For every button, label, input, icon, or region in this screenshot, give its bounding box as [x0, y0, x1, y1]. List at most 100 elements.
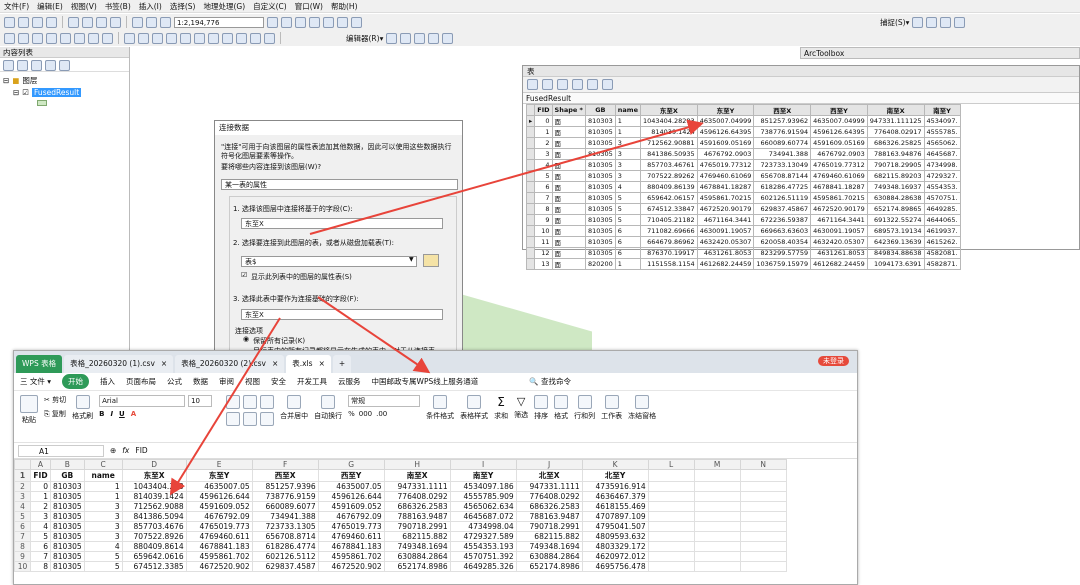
table-cell[interactable]: 12: [534, 247, 553, 259]
snap-point-icon[interactable]: [912, 16, 924, 28]
data-cell[interactable]: 4591609.052: [317, 501, 385, 512]
empty-cell[interactable]: [647, 551, 695, 562]
data-cell[interactable]: 3: [83, 531, 123, 542]
data-cell[interactable]: 734941.388: [251, 511, 319, 522]
data-cell[interactable]: 4803329.172: [581, 541, 649, 552]
align-left-icon[interactable]: [226, 412, 241, 426]
table-row[interactable]: 1 面 810305 1 814039.1424 4596126.64395 738776.…: [525, 126, 961, 138]
table-cell[interactable]: 689573.19134: [866, 225, 925, 237]
select-features-icon[interactable]: [124, 32, 135, 44]
table-cell[interactable]: 602126.51119: [753, 192, 812, 204]
table-cell[interactable]: 4570751.: [923, 192, 961, 204]
align-bottom-icon[interactable]: [260, 395, 275, 409]
table-cell[interactable]: 4630091.19057: [696, 225, 755, 237]
data-cell[interactable]: 4678841.183: [317, 541, 385, 552]
filter-icon[interactable]: ▽: [517, 395, 525, 408]
data-cell[interactable]: 660089.6077: [251, 501, 319, 512]
data-cell[interactable]: 5: [83, 551, 123, 562]
open-icon[interactable]: [18, 16, 29, 28]
table-cell[interactable]: 664679.86962: [639, 236, 698, 248]
table-cell[interactable]: 面: [551, 181, 586, 193]
column-letter-header[interactable]: H: [383, 459, 451, 470]
tab-start[interactable]: 开始: [62, 374, 90, 389]
cut-button[interactable]: ✂ 剪切: [44, 395, 66, 405]
data-cell[interactable]: 682115.882: [383, 531, 451, 542]
go-to-xy-icon[interactable]: [250, 32, 261, 44]
data-cell[interactable]: 810305: [50, 561, 85, 572]
layer-visibility-checkbox[interactable]: ☑: [22, 88, 29, 97]
table-cell[interactable]: 810305: [584, 148, 616, 160]
header-cell[interactable]: 北至Y: [581, 469, 649, 482]
table-style-icon[interactable]: [467, 395, 482, 409]
column-letter-header[interactable]: D: [121, 459, 187, 470]
data-cell[interactable]: 947331.1111: [515, 481, 583, 492]
copy-icon[interactable]: [82, 16, 93, 28]
table-cell[interactable]: 6: [614, 247, 641, 259]
data-cell[interactable]: 630884.2864: [383, 551, 451, 562]
table-cell[interactable]: 659642.06157: [639, 192, 698, 204]
row-selector[interactable]: [525, 214, 536, 226]
table-cell[interactable]: 10: [534, 225, 553, 237]
filter-label[interactable]: 筛选: [514, 410, 528, 420]
header-cell[interactable]: 东至Y: [185, 469, 253, 482]
sort-icon[interactable]: [534, 395, 549, 409]
table-cell[interactable]: 1094173.6391: [866, 258, 925, 270]
column-header[interactable]: 西至X: [753, 104, 812, 116]
data-cell[interactable]: 814039.1424: [121, 491, 187, 502]
table-cell[interactable]: 4: [534, 159, 553, 171]
font-family-select[interactable]: Arial: [99, 395, 186, 407]
menu-item[interactable]: 开发工具: [297, 376, 327, 387]
data-cell[interactable]: 4595861.702: [317, 551, 385, 562]
menu-item[interactable]: 数据: [193, 376, 208, 387]
table-cell[interactable]: 4565062.: [923, 137, 961, 149]
data-cell[interactable]: 776408.0292: [383, 491, 451, 502]
data-cell[interactable]: 4734998.04: [449, 521, 517, 532]
table-cell[interactable]: 4672520.90179: [810, 203, 868, 215]
table-cell[interactable]: 面: [551, 159, 586, 171]
layers-group-row[interactable]: ⊟ ■ 图层: [3, 75, 126, 86]
table-cell[interactable]: 810305: [584, 192, 616, 204]
data-cell[interactable]: 788163.9487: [515, 511, 583, 522]
data-cell[interactable]: 4591609.052: [185, 501, 253, 512]
decimal-icon[interactable]: .00: [376, 410, 387, 418]
search-command[interactable]: 🔍 查找命令: [529, 376, 571, 387]
table-cell[interactable]: 738776.91594: [753, 126, 812, 138]
select-elements-icon[interactable]: [152, 32, 163, 44]
table-cell[interactable]: 3: [614, 170, 641, 182]
table-cell[interactable]: 707522.89262: [639, 170, 698, 182]
italic-button[interactable]: I: [110, 410, 113, 418]
toc-options-icon[interactable]: [59, 60, 70, 71]
empty-cell[interactable]: [647, 511, 695, 522]
empty-cell[interactable]: [647, 561, 695, 572]
copy-button[interactable]: ⎘ 复制: [44, 409, 66, 419]
table-cell[interactable]: 810303: [584, 115, 616, 127]
table-row[interactable]: 5 3 810305 3 841386.5094 4676792.09 734941.388…: [14, 511, 787, 522]
print-icon[interactable]: [46, 16, 57, 28]
align-center-icon[interactable]: [243, 412, 258, 426]
format-painter-icon[interactable]: [75, 395, 90, 409]
column-header[interactable]: 南至Y: [923, 104, 961, 116]
table-cell[interactable]: 4595861.70215: [810, 192, 868, 204]
table-cell[interactable]: 1043404.28283: [639, 115, 698, 127]
empty-cell[interactable]: [739, 551, 787, 562]
menu-item[interactable]: 地理处理(G): [203, 1, 245, 12]
menu-item[interactable]: 页面布局: [126, 376, 156, 387]
menu-item[interactable]: 文件(F): [4, 1, 29, 12]
table-cell[interactable]: 面: [551, 203, 586, 215]
close-icon[interactable]: ×: [161, 355, 167, 373]
empty-cell[interactable]: [739, 531, 787, 542]
column-header[interactable]: 南至X: [866, 104, 925, 116]
table-cell[interactable]: 4632420.05307: [696, 236, 755, 248]
table-cell[interactable]: 面: [551, 247, 586, 259]
table-cell[interactable]: 4596126.64395: [810, 126, 868, 138]
data-cell[interactable]: 686326.2583: [383, 501, 451, 512]
table-row[interactable]: 8 6 810305 4 880409.8614 4678841.183 618286.47…: [14, 541, 787, 552]
arctoolbox-title[interactable]: ArcToolbox: [800, 47, 1080, 59]
percent-icon[interactable]: %: [348, 410, 355, 418]
data-cell[interactable]: 4: [30, 521, 51, 532]
table-cell[interactable]: 810305: [584, 181, 616, 193]
layer-row[interactable]: ⊟ ☑ FusedResult: [13, 88, 126, 97]
data-cell[interactable]: 5: [83, 561, 123, 572]
table-cell[interactable]: 674512.33847: [639, 203, 698, 215]
empty-cell[interactable]: [693, 521, 741, 532]
